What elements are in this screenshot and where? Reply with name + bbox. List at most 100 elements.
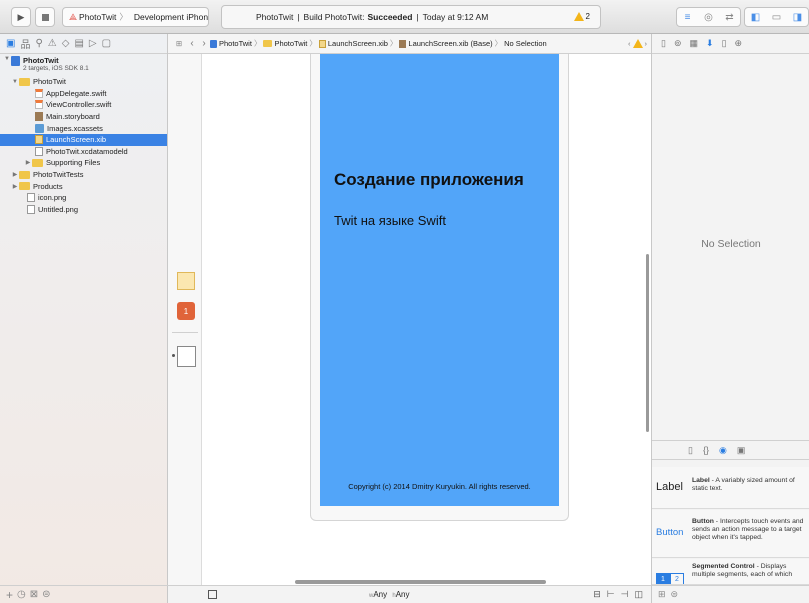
utilities-toggle-icon[interactable]: ◨ <box>787 8 808 26</box>
attributes-inspector-icon[interactable]: ⬇ <box>706 38 714 49</box>
canvas-bottom-bar: wAny hAny ⊟ ⊢ ⊣ ◫ <box>168 585 651 603</box>
breadcrumb-label: PhotoTwit <box>274 39 308 48</box>
list-item[interactable]: Images.xcassets <box>0 122 167 134</box>
vertical-scrollbar[interactable] <box>646 254 649 432</box>
list-item[interactable]: ViewController.swift <box>0 99 167 111</box>
title-label[interactable]: Создание приложения <box>334 170 524 190</box>
issue-navigation[interactable]: ‹ › <box>628 39 647 48</box>
scheme-selector[interactable]: ⟁ PhotoTwit 〉 Development iPhone <box>62 7 209 27</box>
object-library-icon[interactable]: ◉ <box>719 445 727 456</box>
version-editor-icon[interactable]: ⇄ <box>719 8 740 26</box>
breadcrumb-file[interactable]: LaunchScreen.xib <box>318 39 388 48</box>
resizing-icon[interactable]: ◫ <box>634 589 643 600</box>
file-inspector-icon[interactable]: ▯ <box>661 38 666 49</box>
library-item-segmented-control[interactable]: 1 2 Segmented Control - Displays multipl… <box>652 559 809 585</box>
list-item-selected[interactable]: LaunchScreen.xib <box>0 133 167 146</box>
assistant-editor-icon[interactable]: ◎ <box>698 8 719 26</box>
inspector-tabs: ▯ ⊚ ▦ ⬇ ▯ ⊕ <box>652 34 809 54</box>
debug-area-toggle-icon[interactable]: ▭ <box>766 8 787 26</box>
identity-inspector-icon[interactable]: ▦ <box>690 38 699 49</box>
grid-view-icon[interactable]: ⊞ <box>658 589 666 600</box>
back-icon[interactable]: ‹ <box>186 38 198 49</box>
chevron-right-icon: 〉 <box>389 39 398 48</box>
code-snippet-icon[interactable]: {} <box>703 445 709 455</box>
report-icon[interactable]: ▢ <box>102 38 111 49</box>
stop-button[interactable] <box>35 7 55 27</box>
breadcrumb-project[interactable]: PhotoTwit <box>210 39 252 48</box>
horizontal-scrollbar[interactable] <box>295 580 546 584</box>
width-value: Any <box>373 590 388 599</box>
breadcrumb-label: LaunchScreen.xib (Base) <box>408 39 493 48</box>
disclosure-right-icon[interactable]: ▶ <box>11 171 19 178</box>
folder-icon <box>263 40 273 47</box>
breadcrumb-selection[interactable]: No Selection <box>504 39 547 48</box>
stop-icon <box>41 13 49 21</box>
disclosure-right-icon[interactable]: ▶ <box>24 159 32 166</box>
editor-mode-segment: ≡ ◎ ⇄ <box>676 7 741 27</box>
list-item[interactable]: Untitled.png <box>0 204 167 216</box>
list-item[interactable]: ▶ Supporting Files <box>0 157 167 169</box>
launch-screen-view[interactable]: Создание приложения Twit на языке Swift … <box>320 54 559 506</box>
related-items-icon[interactable]: ⊞ <box>172 39 186 48</box>
list-item[interactable]: ▶ Products <box>0 180 167 192</box>
debug-icon[interactable]: ▤ <box>74 38 83 49</box>
resolve-icon[interactable]: ⊣ <box>621 589 629 600</box>
breadcrumb-group[interactable]: PhotoTwit <box>263 39 307 48</box>
list-item[interactable]: icon.png <box>0 192 167 204</box>
navigator-toggle-icon[interactable]: ◧ <box>745 8 766 26</box>
issue-icon[interactable]: ⚠ <box>48 38 57 49</box>
disclosure-down-icon[interactable]: ▼ <box>3 56 11 62</box>
breadcrumb-localization[interactable]: LaunchScreen.xib (Base) <box>399 39 493 48</box>
chevron-left-icon[interactable]: ‹ <box>628 39 631 48</box>
symbol-icon[interactable]: 品 <box>20 36 30 51</box>
view-object-icon[interactable] <box>177 346 196 367</box>
copyright-label[interactable]: Copyright (c) 2014 Dmitry Kuryukin. All … <box>320 482 559 491</box>
document-outline-toggle-icon[interactable] <box>208 590 217 599</box>
project-row[interactable]: ▼ PhotoTwit 2 targets, iOS SDK 8.1 <box>0 54 167 76</box>
list-item[interactable]: ▼ PhotoTwit <box>0 76 167 88</box>
subtitle-label[interactable]: Twit на языке Swift <box>334 213 446 228</box>
library-item-label[interactable]: Label Label - A variably sized amount of… <box>652 467 809 509</box>
chevron-right-icon: 〉 <box>309 39 317 48</box>
quick-help-icon[interactable]: ⊚ <box>674 38 682 49</box>
folder-icon[interactable]: ▣ <box>6 38 15 49</box>
connections-inspector-icon[interactable]: ⊕ <box>735 38 743 49</box>
run-button[interactable]: ▶ <box>11 7 31 27</box>
test-icon[interactable]: ◇ <box>62 38 70 49</box>
search-icon[interactable]: ⚲ <box>35 38 42 49</box>
first-responder-icon[interactable]: 1 <box>177 302 195 320</box>
play-icon: ▶ <box>17 11 25 22</box>
recent-files-icon[interactable]: ◷ <box>17 589 26 600</box>
pin-icon[interactable]: ⊢ <box>607 589 615 600</box>
disclosure-down-icon[interactable]: ▼ <box>11 79 19 85</box>
filter-icon[interactable]: ⊜ <box>42 589 50 600</box>
swift-file-icon <box>35 100 43 110</box>
warning-indicator[interactable]: 2 <box>573 12 590 21</box>
app-icon: ⟁ <box>69 11 78 22</box>
library-item-button[interactable]: Button Button - Intercepts touch events … <box>652 510 809 558</box>
dock-connection-dot <box>172 354 175 357</box>
breakpoint-icon[interactable]: ▷ <box>89 38 97 49</box>
media-library-icon[interactable]: ▣ <box>737 445 746 456</box>
standard-editor-icon[interactable]: ≡ <box>677 8 698 26</box>
file-template-icon[interactable]: ▯ <box>688 445 693 456</box>
list-item[interactable]: PhotoTwit.xcdatamodeld <box>0 146 167 158</box>
disclosure-right-icon[interactable]: ▶ <box>11 183 19 190</box>
scheme-name: PhotoTwit <box>79 12 117 22</box>
align-icon[interactable]: ⊟ <box>593 589 601 600</box>
size-class-control[interactable]: wAny hAny <box>369 590 410 599</box>
folder-icon <box>32 158 43 167</box>
source-control-filter-icon[interactable]: ⊠ <box>30 589 38 600</box>
filter-icon[interactable]: ⊜ <box>671 589 679 600</box>
image-file-icon <box>27 193 35 203</box>
size-inspector-icon[interactable]: ▯ <box>722 38 727 49</box>
navigator-footer: + ◷ ⊠ ⊜ <box>0 585 168 603</box>
list-item[interactable]: AppDelegate.swift <box>0 88 167 100</box>
interface-builder-canvas[interactable]: 1 Создание приложения Twit на языке Swif… <box>168 54 651 585</box>
chevron-right-icon[interactable]: › <box>645 39 648 48</box>
forward-icon[interactable]: › <box>198 38 210 49</box>
list-item[interactable]: Main.storyboard <box>0 111 167 123</box>
add-icon[interactable]: + <box>6 588 13 602</box>
list-item[interactable]: ▶ PhotoTwitTests <box>0 169 167 181</box>
files-owner-icon[interactable] <box>177 272 195 290</box>
